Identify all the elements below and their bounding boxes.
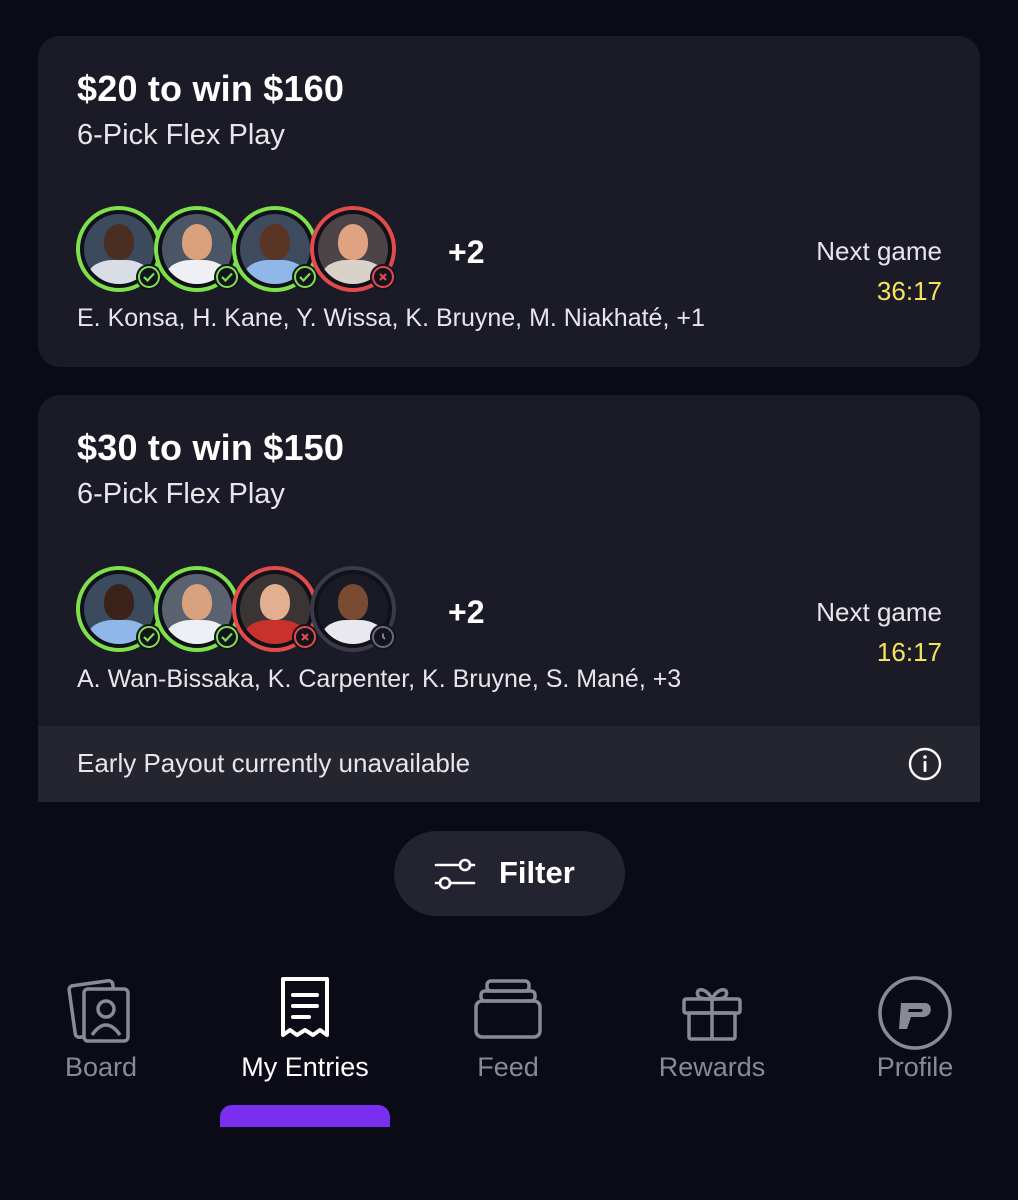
- gift-icon: [682, 988, 742, 1041]
- entry-card[interactable]: $30 to win $150 6-Pick Flex Play +2 A. W…: [38, 395, 980, 802]
- nav-label: Board: [64, 1052, 138, 1082]
- player-avatar: [154, 206, 240, 292]
- early-payout-text: Early Payout currently unavailable: [77, 748, 471, 778]
- info-icon[interactable]: [908, 747, 942, 781]
- entry-title: $20 to win $160: [77, 68, 345, 109]
- receipt-icon: [281, 977, 329, 1037]
- player-avatar: [310, 566, 396, 652]
- early-payout-bar: Early Payout currently unavailable: [38, 726, 980, 802]
- pick-names: E. Konsa, H. Kane, Y. Wissa, K. Bruyne, …: [77, 304, 705, 332]
- entry-subtitle: 6-Pick Flex Play: [77, 478, 285, 510]
- nav-item-my-entries[interactable]: My Entries: [205, 960, 405, 1120]
- filter-button[interactable]: Filter: [394, 831, 625, 916]
- player-avatar: [76, 566, 162, 652]
- pick-avatars: +2: [76, 566, 484, 652]
- extra-picks-count: +2: [448, 234, 485, 270]
- entry-title: $30 to win $150: [77, 427, 345, 468]
- player-avatar: [310, 206, 396, 292]
- player-avatar: [232, 566, 318, 652]
- active-tab-indicator: [220, 1105, 390, 1127]
- player-avatar: [154, 566, 240, 652]
- clock-icon: [370, 624, 396, 650]
- pick-avatars: +2: [76, 206, 484, 292]
- board-icon: [67, 978, 130, 1043]
- bottom-nav: Board My Entries Feed Rewards Profile: [0, 960, 1018, 1200]
- entry-card[interactable]: $20 to win $160 6-Pick Flex Play +2 E. K…: [38, 36, 980, 367]
- extra-picks-count: +2: [448, 594, 485, 630]
- feed-icon: [474, 979, 542, 1039]
- player-avatar: [232, 206, 318, 292]
- nav-item-feed[interactable]: Feed: [408, 960, 608, 1120]
- profile-logo-icon: [878, 976, 952, 1050]
- nav-label: Rewards: [658, 1052, 766, 1082]
- nav-label: Feed: [477, 1052, 539, 1082]
- nav-label: Profile: [876, 1052, 954, 1082]
- next-game-label: Next game: [816, 236, 942, 266]
- my-entries-screen: $20 to win $160 6-Pick Flex Play +2 E. K…: [0, 0, 1018, 1200]
- x-icon: [370, 264, 396, 290]
- next-game-countdown: 16:17: [876, 637, 942, 667]
- nav-label: My Entries: [241, 1052, 369, 1082]
- nav-item-board[interactable]: Board: [1, 960, 201, 1120]
- next-game-countdown: 36:17: [876, 276, 942, 306]
- nav-item-profile[interactable]: Profile: [815, 960, 1015, 1120]
- next-game-label: Next game: [816, 597, 942, 627]
- pick-names: A. Wan-Bissaka, K. Carpenter, K. Bruyne,…: [77, 665, 682, 693]
- player-avatar: [76, 206, 162, 292]
- filter-label: Filter: [499, 855, 575, 890]
- nav-item-rewards[interactable]: Rewards: [612, 960, 812, 1120]
- sliders-icon: [434, 858, 476, 890]
- entry-subtitle: 6-Pick Flex Play: [77, 119, 285, 151]
